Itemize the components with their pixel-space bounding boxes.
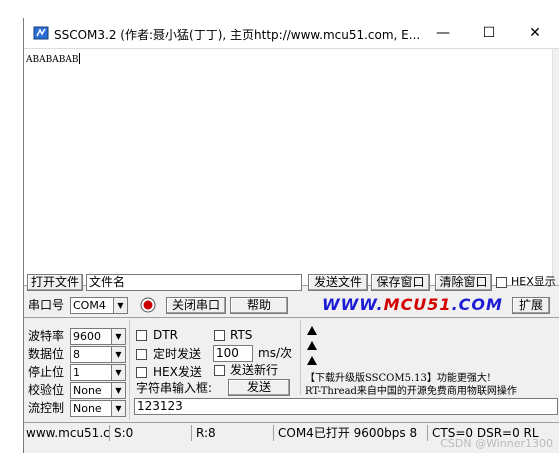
port-select[interactable]: COM4 ▼ <box>70 297 128 314</box>
chevron-down-icon: ▼ <box>111 401 125 416</box>
flow-control-select[interactable]: None ▼ <box>70 400 126 417</box>
status-site: www.mcu51.cor <box>26 425 110 441</box>
receive-scrollbar[interactable] <box>552 49 559 285</box>
interval-unit-label: ms/次 <box>258 346 292 360</box>
port-status-icon <box>140 297 156 313</box>
send-input[interactable]: 123123 <box>134 398 558 415</box>
timed-send-label: 定时发送 <box>153 347 202 361</box>
minimize-button[interactable]: — <box>420 18 466 48</box>
serial-settings-panel: 波特率 9600 ▼ 数据位 8 ▼ 停止位 1 ▼ 校验位 None ▼ 流控… <box>24 320 130 420</box>
close-button[interactable]: ✕ <box>512 18 558 48</box>
data-bits-label: 数据位 <box>28 347 65 361</box>
flow-control-label: 流控制 <box>28 401 65 415</box>
hex-display-checkbox[interactable] <box>496 277 507 288</box>
rts-checkbox[interactable] <box>214 330 225 341</box>
text-caret <box>79 53 81 64</box>
help-button[interactable]: 帮助 <box>230 297 288 314</box>
watermark: CSDN @Winner1300 <box>440 437 553 450</box>
receive-textarea[interactable]: ABABABAB <box>24 48 559 286</box>
chevron-down-icon: ▼ <box>111 383 125 398</box>
maximize-button[interactable]: ☐ <box>466 18 512 48</box>
timed-send-checkbox[interactable] <box>136 349 147 360</box>
scroll-up-icon[interactable] <box>307 356 317 365</box>
title-bar[interactable]: SSCOM3.2 (作者:聂小猛(丁丁), 主页http://www.mcu51… <box>24 18 559 48</box>
dtr-label: DTR <box>153 328 178 342</box>
divider <box>24 317 559 318</box>
info-line-2[interactable]: RT-Thread来自中国的开源免费商用物联网操作 <box>305 382 517 397</box>
sscom-window: SSCOM3.2 (作者:聂小猛(丁丁), 主页http://www.mcu51… <box>23 18 559 453</box>
hex-send-label: HEX发送 <box>153 365 202 379</box>
maximize-icon: ☐ <box>482 25 496 41</box>
send-newline-label: 发送新行 <box>230 363 279 377</box>
scroll-up-icon[interactable] <box>307 341 317 350</box>
chevron-down-icon: ▼ <box>111 365 125 380</box>
send-file-button[interactable]: 发送文件 <box>308 274 368 291</box>
window-title: SSCOM3.2 (作者:聂小猛(丁丁), 主页http://www.mcu51… <box>54 28 421 42</box>
baud-label: 波特率 <box>28 329 65 343</box>
send-button[interactable]: 发送 <box>228 379 290 396</box>
expand-button[interactable]: 扩展 <box>512 297 550 314</box>
file-name-field[interactable]: 文件名 <box>86 274 302 291</box>
clear-window-button[interactable]: 清除窗口 <box>435 274 492 291</box>
receive-text: ABABABAB <box>26 53 81 65</box>
status-port-state: COM4已打开 9600bps 8 <box>276 425 428 441</box>
chevron-down-icon: ▼ <box>111 329 125 344</box>
mcu51-logo-link[interactable]: WWW.MCU51.COM <box>322 295 503 314</box>
baud-select[interactable]: 9600 ▼ <box>70 328 126 345</box>
port-label: 串口号 <box>28 298 65 312</box>
parity-label: 校验位 <box>28 383 65 397</box>
interval-input[interactable]: 100 <box>213 345 253 362</box>
info-panel: 【下载升级版SSCOM5.13】功能更强大! RT-Thread来自中国的开源免… <box>300 320 559 397</box>
stop-bits-label: 停止位 <box>28 365 65 379</box>
rts-label: RTS <box>230 328 253 342</box>
data-bits-select[interactable]: 8 ▼ <box>70 346 126 363</box>
stop-bits-select[interactable]: 1 ▼ <box>70 364 126 381</box>
minimize-icon: — <box>436 25 450 41</box>
status-received-count: R:8 <box>194 425 274 441</box>
chevron-down-icon: ▼ <box>111 347 125 362</box>
hex-send-checkbox[interactable] <box>136 367 147 378</box>
status-sent-count: S:0 <box>112 425 192 441</box>
close-icon: ✕ <box>529 25 541 41</box>
scroll-up-icon[interactable] <box>307 326 317 335</box>
open-file-button[interactable]: 打开文件 <box>27 274 83 291</box>
send-newline-checkbox[interactable] <box>214 365 225 376</box>
parity-select[interactable]: None ▼ <box>70 382 126 399</box>
app-icon <box>33 26 49 40</box>
save-window-button[interactable]: 保存窗口 <box>371 274 430 291</box>
dtr-checkbox[interactable] <box>136 330 147 341</box>
chevron-down-icon: ▼ <box>113 298 127 313</box>
hex-display-label: HEX显示 <box>511 275 556 288</box>
close-port-button[interactable]: 关闭串口 <box>166 297 226 314</box>
string-input-label: 字符串输入框: <box>136 381 213 395</box>
